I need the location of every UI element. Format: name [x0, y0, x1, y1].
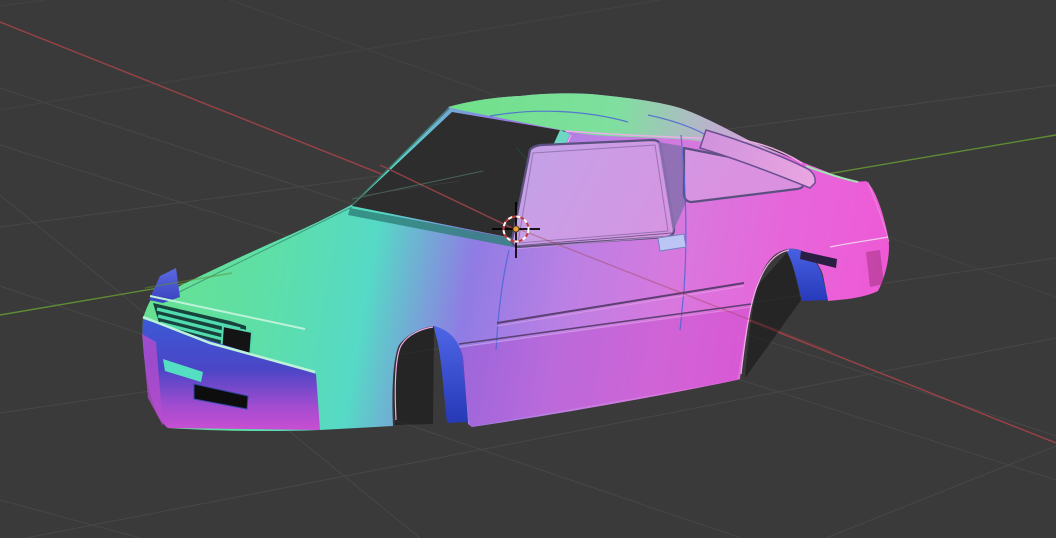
viewport-stage[interactable] — [0, 0, 1056, 538]
cursor-center-dot — [512, 225, 520, 233]
viewport-3d[interactable] — [0, 0, 1056, 538]
door-window — [510, 138, 676, 249]
